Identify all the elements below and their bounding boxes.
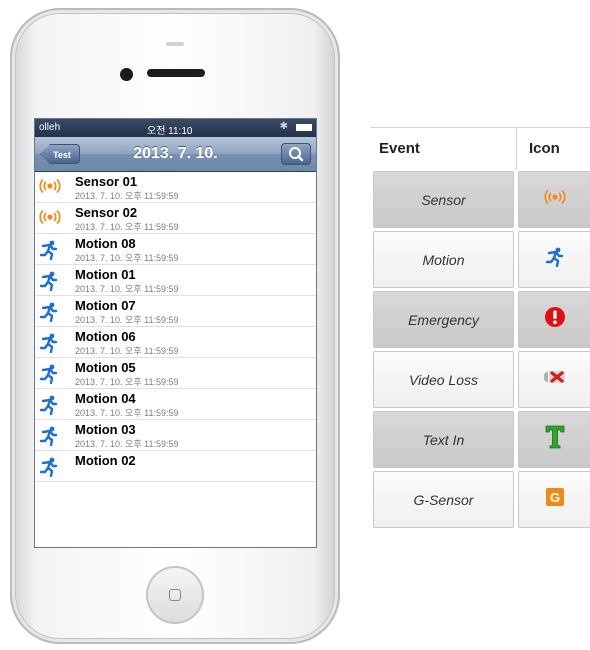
- event-timestamp: 2013. 7. 10. 오후 11:59:59: [75, 315, 179, 325]
- event-timestamp: 2013. 7. 10. 오후 11:59:59: [75, 408, 179, 418]
- legend-event-label: Motion: [373, 231, 514, 288]
- motion-icon: [39, 240, 59, 260]
- event-timestamp: 2013. 7. 10. 오후 11:59:59: [75, 253, 179, 263]
- motion-icon: [39, 395, 59, 415]
- event-list-item[interactable]: Sensor 02 2013. 7. 10. 오후 11:59:59: [35, 203, 316, 234]
- battery-icon: [296, 124, 312, 131]
- event-title: Motion 04: [75, 391, 136, 406]
- emergency-icon: [544, 306, 566, 333]
- legend-row: G-Sensor G: [371, 470, 590, 530]
- legend-row: Emergency: [371, 290, 590, 350]
- event-title: Motion 05: [75, 360, 136, 375]
- legend-event-label: Video Loss: [373, 351, 514, 408]
- event-timestamp: 2013. 7. 10. 오후 11:59:59: [75, 191, 179, 201]
- event-title: Motion 01: [75, 267, 136, 282]
- event-timestamp: 2013. 7. 10. 오후 11:59:59: [75, 439, 179, 449]
- legend-icon-cell: [518, 171, 590, 228]
- motion-icon: [39, 426, 59, 446]
- clock: 오전 11:10: [147, 126, 193, 137]
- event-timestamp: 2013. 7. 10. 오후 11:59:59: [75, 284, 179, 294]
- event-list-item[interactable]: Motion 06 2013. 7. 10. 오후 11:59:59: [35, 327, 316, 358]
- legend-event-label: Text In: [373, 411, 514, 468]
- legend-icon-cell: [518, 231, 590, 288]
- event-list-item[interactable]: Motion 01 2013. 7. 10. 오후 11:59:59: [35, 265, 316, 296]
- event-list-item[interactable]: Sensor 01 2013. 7. 10. 오후 11:59:59: [35, 172, 316, 203]
- legend-header-icon: Icon: [529, 140, 560, 157]
- home-square-icon: [169, 589, 181, 601]
- motion-icon: [39, 271, 59, 291]
- event-title: Motion 03: [75, 422, 136, 437]
- phone-screen: olleh 오전 11:10 ✱ Test 2013. 7. 10. Senso…: [34, 118, 317, 548]
- legend-row: Video Loss: [371, 350, 590, 410]
- event-title: Sensor 02: [75, 205, 138, 220]
- motion-icon: [39, 364, 59, 384]
- header-divider: [516, 128, 517, 170]
- event-list-item[interactable]: Motion 05 2013. 7. 10. 오후 11:59:59: [35, 358, 316, 389]
- legend-icon-cell: [518, 291, 590, 348]
- carrier-label: olleh: [39, 122, 61, 133]
- legend-icon-cell: [518, 351, 590, 408]
- motion-icon: [39, 457, 59, 477]
- status-bar: olleh 오전 11:10 ✱: [35, 119, 316, 137]
- event-list-item[interactable]: Motion 07 2013. 7. 10. 오후 11:59:59: [35, 296, 316, 327]
- legend-icon-cell: G: [518, 471, 590, 528]
- event-title: Motion 02: [75, 453, 136, 468]
- legend-event-label: G-Sensor: [373, 471, 514, 528]
- legend-event-label: Sensor: [373, 171, 514, 228]
- event-list-item[interactable]: Motion 04 2013. 7. 10. 오후 11:59:59: [35, 389, 316, 420]
- legend-rows: Sensor Motion Emergency Video Loss Text …: [371, 170, 590, 530]
- sensor-icon: [39, 209, 61, 227]
- legend-row: Text In: [371, 410, 590, 470]
- legend-event-label: Emergency: [373, 291, 514, 348]
- event-timestamp: 2013. 7. 10. 오후 11:59:59: [75, 377, 179, 387]
- g-sensor-icon: G: [545, 487, 565, 512]
- event-timestamp: 2013. 7. 10. 오후 11:59:59: [75, 346, 179, 356]
- speaker-dot: [166, 42, 184, 46]
- event-list-item[interactable]: Motion 08 2013. 7. 10. 오후 11:59:59: [35, 234, 316, 265]
- motion-icon: [39, 333, 59, 353]
- legend-header-event: Event: [379, 140, 420, 157]
- phone-frame: olleh 오전 11:10 ✱ Test 2013. 7. 10. Senso…: [10, 8, 340, 644]
- event-list: Sensor 01 2013. 7. 10. 오후 11:59:59 Sensor…: [35, 172, 316, 482]
- legend-icon-cell: [518, 411, 590, 468]
- event-list-item[interactable]: Motion 03 2013. 7. 10. 오후 11:59:59: [35, 420, 316, 451]
- svg-text:G: G: [549, 490, 559, 505]
- motion-icon: [545, 247, 565, 272]
- bluetooth-icon: ✱: [279, 121, 288, 132]
- nav-bar: Test 2013. 7. 10.: [35, 137, 316, 172]
- legend-row: Sensor: [371, 170, 590, 230]
- video-loss-icon: [543, 369, 567, 390]
- home-button[interactable]: [146, 566, 204, 624]
- page-title: 2013. 7. 10.: [133, 145, 218, 162]
- event-legend-table: Event Icon Sensor Motion Emergency Video…: [371, 127, 590, 530]
- event-title: Motion 06: [75, 329, 136, 344]
- event-title: Sensor 01: [75, 174, 138, 189]
- earpiece-speaker: [147, 69, 205, 77]
- legend-row: Motion: [371, 230, 590, 290]
- event-title: Motion 08: [75, 236, 136, 251]
- search-icon: [289, 147, 304, 162]
- event-title: Motion 07: [75, 298, 136, 313]
- sensor-icon: [543, 189, 566, 210]
- event-list-item[interactable]: Motion 02: [35, 451, 316, 482]
- motion-icon: [39, 302, 59, 322]
- front-camera: [120, 68, 133, 81]
- event-timestamp: 2013. 7. 10. 오후 11:59:59: [75, 222, 179, 232]
- sensor-icon: [39, 178, 61, 196]
- text-in-icon: [544, 424, 566, 455]
- legend-header: Event Icon: [371, 127, 590, 170]
- search-button[interactable]: [281, 143, 311, 165]
